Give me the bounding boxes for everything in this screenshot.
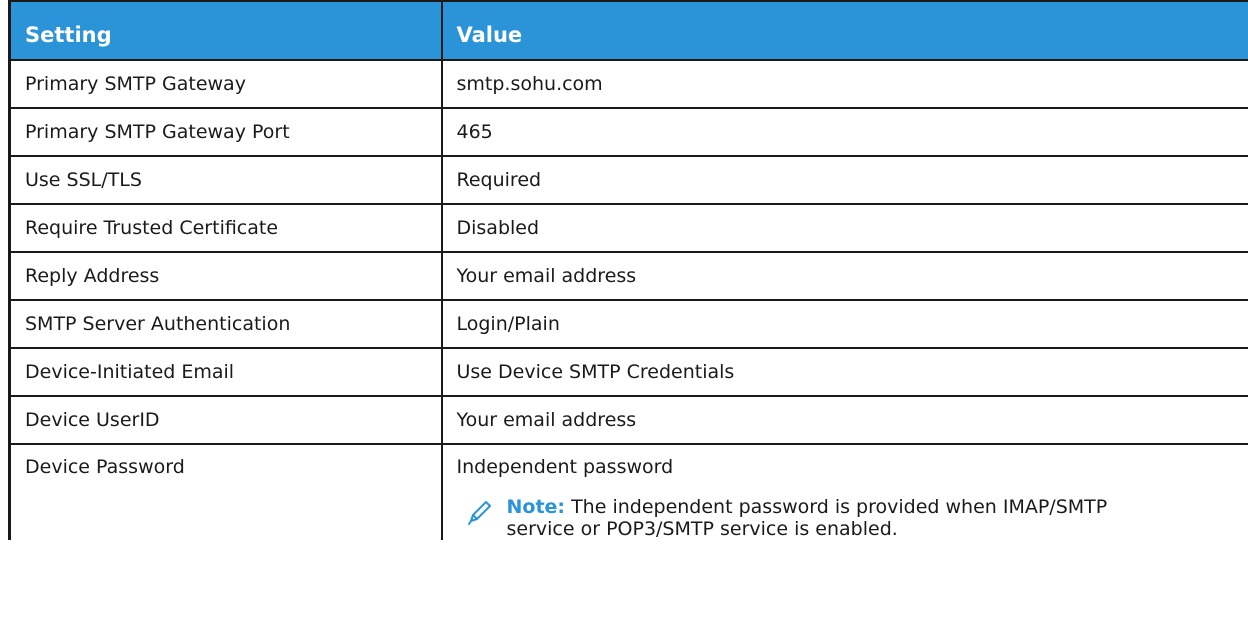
table-row: Reply Address Your email address [8, 251, 1248, 301]
setting-cell: Require Trusted Certificate [8, 203, 443, 253]
setting-cell: Reply Address [8, 251, 443, 301]
value-cell: Your email address [440, 251, 1248, 301]
note-text-line2: service or POP3/SMTP service is enabled. [506, 518, 898, 540]
setting-cell: Device Password [8, 443, 443, 540]
pencil-icon [467, 501, 491, 525]
setting-cell: Primary SMTP Gateway Port [8, 107, 443, 157]
table-row: SMTP Server Authentication Login/Plain [8, 299, 1248, 349]
value-cell: Required [440, 155, 1248, 205]
value-text: Independent password [456, 456, 674, 478]
settings-table: Setting Value Primary SMTP Gateway smtp.… [8, 0, 1248, 540]
table-row: Device UserID Your email address [8, 395, 1248, 445]
value-cell: Your email address [440, 395, 1248, 445]
value-cell: 465 [440, 107, 1248, 157]
note-box: Note: The independent password is provid… [465, 496, 1248, 540]
settings-table-container: Setting Value Primary SMTP Gateway smtp.… [8, 0, 1248, 540]
table-row: Device Password Independent password Not… [8, 443, 1248, 540]
value-cell: Login/Plain [440, 299, 1248, 349]
table-row: Require Trusted Certificate Disabled [8, 203, 1248, 253]
table-row: Primary SMTP Gateway Port 465 [8, 107, 1248, 157]
note-text: Note: The independent password is provid… [507, 496, 1108, 540]
setting-cell: Device-Initiated Email [8, 347, 443, 397]
value-cell: Disabled [440, 203, 1248, 253]
setting-cell: Use SSL/TLS [8, 155, 443, 205]
value-cell: Independent password Note: The independe… [440, 443, 1248, 540]
table-header-row: Setting Value [8, 0, 1248, 60]
table-row: Primary SMTP Gateway smtp.sohu.com [8, 59, 1248, 109]
column-header-value: Value [440, 0, 1248, 60]
value-cell: Use Device SMTP Credentials [440, 347, 1248, 397]
column-header-setting: Setting [8, 0, 443, 60]
note-text-line1: The independent password is provided whe… [565, 496, 1108, 518]
note-label: Note: [506, 496, 566, 518]
value-cell: smtp.sohu.com [440, 59, 1248, 109]
setting-cell: SMTP Server Authentication [8, 299, 443, 349]
table-row: Device-Initiated Email Use Device SMTP C… [8, 347, 1248, 397]
setting-cell: Device UserID [8, 395, 443, 445]
table-row: Use SSL/TLS Required [8, 155, 1248, 205]
setting-cell: Primary SMTP Gateway [8, 59, 443, 109]
